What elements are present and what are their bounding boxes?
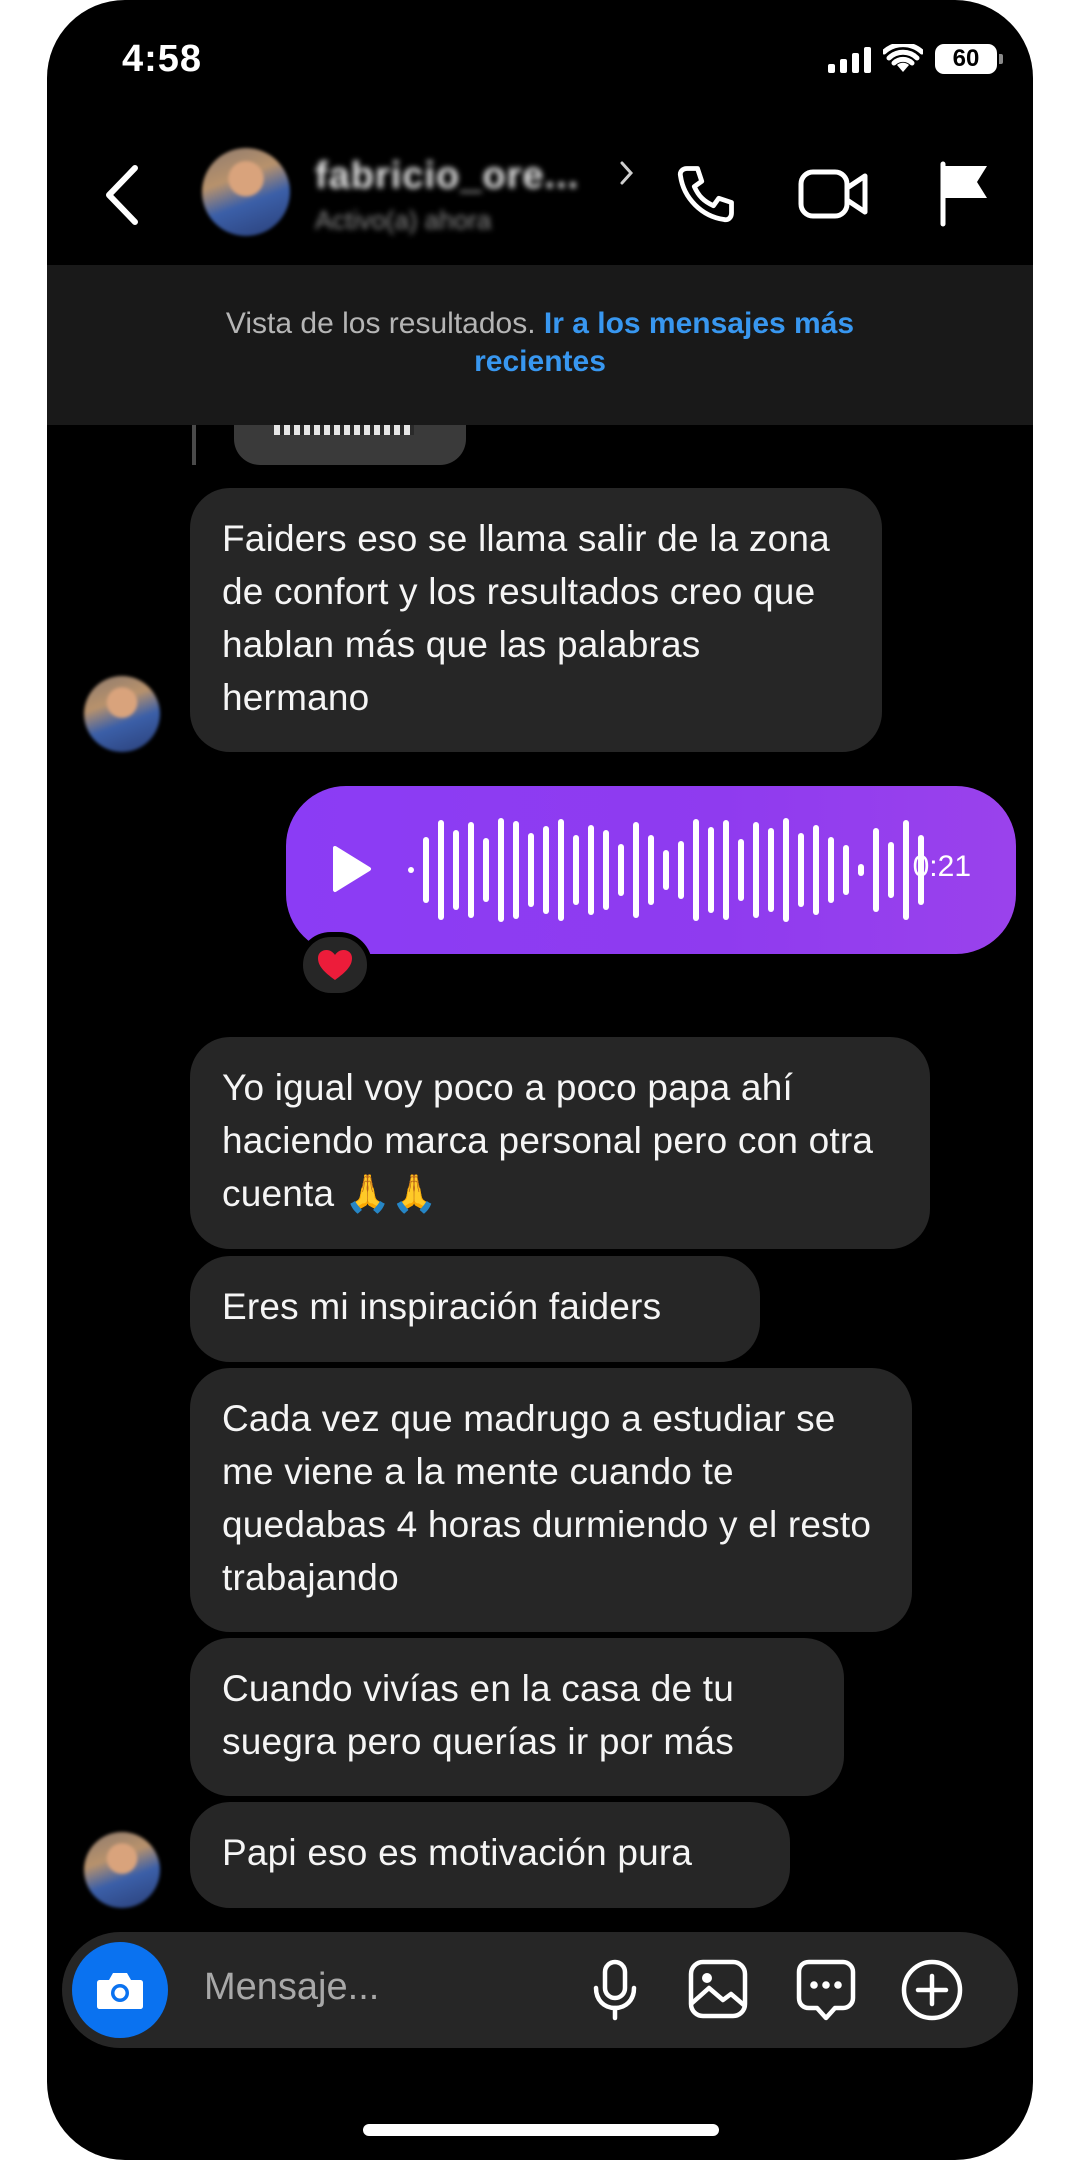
voice-waveform[interactable] <box>408 786 924 954</box>
camera-button[interactable] <box>72 1942 168 2038</box>
video-camera-icon[interactable] <box>797 164 871 224</box>
message-composer: Mensaje... <box>62 1932 1018 2048</box>
avatar[interactable] <box>202 148 290 236</box>
back-arrow-icon[interactable] <box>97 160 147 230</box>
phone-icon[interactable] <box>672 160 740 228</box>
avatar[interactable] <box>84 676 160 752</box>
voice-message[interactable]: 0:21 <box>286 786 1016 954</box>
phone-screen: 4:58 60 fabricio_ore... Activo(a) ahora <box>47 0 1033 2160</box>
user-activity-status: Activo(a) ahora <box>315 205 492 235</box>
wifi-icon <box>883 44 923 72</box>
reply-line <box>192 425 196 465</box>
message-bubble[interactable]: Papi eso es motivación pura <box>190 1802 790 1908</box>
avatar[interactable] <box>84 1832 160 1908</box>
battery-indicator: 60 <box>935 44 1003 74</box>
message-input[interactable]: Mensaje... <box>204 1966 379 2009</box>
chat-header: fabricio_ore... Activo(a) ahora <box>47 130 1033 260</box>
message-bubble[interactable]: Cada vez que madrugo a estudiar se me vi… <box>190 1368 912 1632</box>
voice-duration: 0:21 <box>912 850 971 883</box>
flag-icon[interactable] <box>935 160 995 228</box>
heart-reaction[interactable] <box>298 932 372 998</box>
camera-icon <box>97 1973 143 2009</box>
status-time: 4:58 <box>122 38 203 80</box>
home-indicator[interactable] <box>363 2124 719 2136</box>
search-results-banner: Vista de los resultados. Ir a los mensaj… <box>47 265 1033 425</box>
message-bubble[interactable]: Cuando vivías en la casa de tu suegra pe… <box>190 1638 844 1796</box>
message-bubble[interactable]: Eres mi inspiración faiders <box>190 1256 760 1362</box>
message-bubble[interactable]: Faiders eso se llama salir de la zona de… <box>190 488 882 752</box>
play-icon[interactable] <box>331 844 373 894</box>
plus-circle-icon[interactable] <box>900 1958 964 2022</box>
chevron-right-icon[interactable] <box>617 158 637 188</box>
microphone-icon[interactable] <box>590 1958 640 2022</box>
heart-icon <box>318 950 352 980</box>
gallery-icon[interactable] <box>687 1958 749 2020</box>
sticker-chat-icon[interactable] <box>795 1958 857 2022</box>
shared-media-thumbnail[interactable] <box>234 425 466 465</box>
banner-text: Vista de los resultados. <box>225 307 544 340</box>
status-icons: 60 <box>828 44 1003 74</box>
cellular-signal-icon <box>828 45 871 73</box>
chat-username[interactable]: fabricio_ore... <box>315 155 579 198</box>
message-bubble[interactable]: Yo igual voy poco a poco papa ahí hacien… <box>190 1037 930 1249</box>
